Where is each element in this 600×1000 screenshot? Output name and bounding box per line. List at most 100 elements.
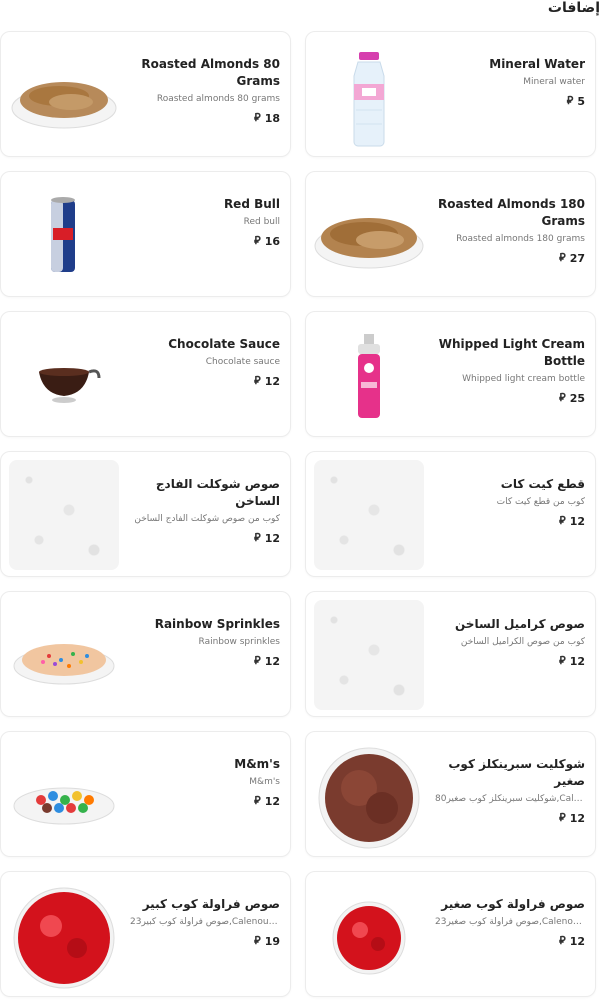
addon-info: M&m's M&m's ⃁ 12 xyxy=(130,756,280,808)
addon-info: قطع كيت كات كوب من قطع كيت كات ⃁ 12 xyxy=(435,476,585,528)
strawberry-small-image xyxy=(314,880,424,990)
addon-price: ⃁ 27 xyxy=(435,251,585,265)
riyal-icon: ⃁ xyxy=(254,234,261,247)
addon-price: ⃁ 25 xyxy=(435,391,585,405)
addon-info: Rainbow Sprinkles Rainbow sprinkles ⃁ 12 xyxy=(130,616,280,668)
riyal-icon: ⃁ xyxy=(254,654,261,667)
addon-name: صوص كراميل الساخن xyxy=(455,617,585,631)
addon-card[interactable]: M&m's M&m's ⃁ 12 xyxy=(0,731,291,857)
addon-price: ⃁ 12 xyxy=(435,811,585,825)
addon-description: Whipped light cream bottle xyxy=(462,374,585,384)
addon-description: كوب من صوص شوكلت الفادج الساخن xyxy=(134,514,280,524)
placeholder-image xyxy=(314,600,424,710)
addon-name: Chocolate Sauce xyxy=(168,337,280,351)
addon-card[interactable]: Whipped Light Cream Bottle Whipped light … xyxy=(305,311,596,437)
addon-price: ⃁ 12 xyxy=(130,531,280,545)
addon-card[interactable]: Roasted Almonds 180 Grams Roasted almonds… xyxy=(305,171,596,297)
addon-info: Red Bull Red bull ⃁ 16 xyxy=(130,196,280,248)
addon-info: صوص شوكلت الفادج الساخن كوب من صوص شوكلت … xyxy=(130,476,280,545)
addon-card[interactable]: Chocolate Sauce Chocolate sauce ⃁ 12 xyxy=(0,311,291,437)
price-value: 12 xyxy=(569,514,585,528)
addon-card[interactable]: Roasted Almonds 80 Grams Roasted almonds … xyxy=(0,31,291,157)
strawberry-large-image xyxy=(9,880,119,990)
riyal-icon: ⃁ xyxy=(559,251,566,264)
riyal-icon: ⃁ xyxy=(254,794,261,807)
almonds-plate-image xyxy=(9,40,119,150)
addon-info: Mineral Water Mineral water ⃁ 5 xyxy=(435,56,585,108)
addon-info: Whipped Light Cream Bottle Whipped light … xyxy=(435,336,585,405)
addon-info: Roasted Almonds 80 Grams Roasted almonds … xyxy=(130,56,280,125)
riyal-icon: ⃁ xyxy=(559,934,566,947)
riyal-icon: ⃁ xyxy=(254,111,261,124)
water-bottle-image xyxy=(314,40,424,150)
price-value: 12 xyxy=(264,794,280,808)
addon-info: Roasted Almonds 180 Grams Roasted almonds… xyxy=(435,196,585,265)
addon-description: Rainbow sprinkles xyxy=(198,637,280,647)
price-value: 25 xyxy=(569,391,585,405)
addon-name: Mineral Water xyxy=(489,57,585,71)
addon-description: Chocolate sauce xyxy=(205,357,280,367)
addon-price: ⃁ 12 xyxy=(435,934,585,948)
choc-sprinkles-bowl-image xyxy=(314,740,424,850)
riyal-icon: ⃁ xyxy=(559,654,566,667)
price-value: 5 xyxy=(577,94,585,108)
price-value: 12 xyxy=(569,934,585,948)
price-value: 12 xyxy=(264,374,280,388)
price-value: 12 xyxy=(569,811,585,825)
addon-price: ⃁ 12 xyxy=(435,654,585,668)
placeholder-image xyxy=(314,460,424,570)
price-value: 12 xyxy=(264,654,280,668)
addon-card[interactable]: صوص فراولة كوب صغير صوص فراولة كوب صغير23… xyxy=(305,871,596,997)
addon-description: شوكليت سبرينكلز كوب صغير80,Calenough for… xyxy=(435,794,585,804)
addon-info: صوص كراميل الساخن كوب من صوص الكراميل الس… xyxy=(435,616,585,668)
price-value: 16 xyxy=(264,234,280,248)
addon-price: ⃁ 12 xyxy=(130,794,280,808)
riyal-icon: ⃁ xyxy=(559,514,566,527)
addon-description: صوص فراولة كوب صغير23,Calenough for 8 pe… xyxy=(435,917,585,927)
cream-bottle-image xyxy=(314,320,424,430)
addon-price: ⃁ 5 xyxy=(435,94,585,108)
addon-card[interactable]: Mineral Water Mineral water ⃁ 5 xyxy=(305,31,596,157)
riyal-icon: ⃁ xyxy=(566,94,574,107)
addon-name: صوص شوكلت الفادج الساخن xyxy=(155,477,280,508)
addon-info: صوص فراولة كوب صغير صوص فراولة كوب صغير23… xyxy=(435,896,585,948)
sprinkles-plate-image xyxy=(9,600,119,710)
addon-description: صوص فراولة كوب كبير23,Calenough for 12 p… xyxy=(130,917,280,927)
addon-card[interactable]: شوكليت سبرينكلز كوب صغير شوكليت سبرينكلز … xyxy=(305,731,596,857)
chocolate-gravy-boat-image xyxy=(9,320,119,430)
riyal-icon: ⃁ xyxy=(559,811,566,824)
red-bull-can-image xyxy=(9,180,119,290)
riyal-icon: ⃁ xyxy=(254,531,261,544)
section-title: إضافات xyxy=(547,0,600,16)
addon-info: صوص فراولة كوب كبير صوص فراولة كوب كبير23… xyxy=(130,896,280,948)
addon-name: Red Bull xyxy=(223,197,280,211)
addon-description: Roasted almonds 180 grams xyxy=(456,234,585,244)
addon-price: ⃁ 12 xyxy=(130,374,280,388)
price-value: 27 xyxy=(569,251,585,265)
placeholder-image xyxy=(9,460,119,570)
addon-price: ⃁ 16 xyxy=(130,234,280,248)
addon-card[interactable]: صوص كراميل الساخن كوب من صوص الكراميل الس… xyxy=(305,591,596,717)
addon-card[interactable]: Rainbow Sprinkles Rainbow sprinkles ⃁ 12 xyxy=(0,591,291,717)
addon-name: M&m's xyxy=(234,757,280,771)
price-value: 12 xyxy=(264,531,280,545)
addon-card[interactable]: قطع كيت كات كوب من قطع كيت كات ⃁ 12 xyxy=(305,451,596,577)
addon-name: صوص فراولة كوب صغير xyxy=(441,897,585,911)
price-value: 18 xyxy=(264,111,280,125)
addon-name: صوص فراولة كوب كبير xyxy=(142,897,280,911)
addon-card[interactable]: صوص فراولة كوب كبير صوص فراولة كوب كبير23… xyxy=(0,871,291,997)
addon-info: Chocolate Sauce Chocolate sauce ⃁ 12 xyxy=(130,336,280,388)
addon-name: Roasted Almonds 80 Grams xyxy=(141,57,280,88)
addon-card[interactable]: صوص شوكلت الفادج الساخن كوب من صوص شوكلت … xyxy=(0,451,291,577)
price-value: 19 xyxy=(264,934,280,948)
addon-description: M&m's xyxy=(249,777,280,787)
addon-description: Roasted almonds 80 grams xyxy=(156,94,280,104)
addon-name: شوكليت سبرينكلز كوب صغير xyxy=(448,757,585,788)
addon-name: Whipped Light Cream Bottle xyxy=(438,337,585,368)
addon-name: Roasted Almonds 180 Grams xyxy=(437,197,585,228)
addon-name: Rainbow Sprinkles xyxy=(154,617,280,631)
addon-info: شوكليت سبرينكلز كوب صغير شوكليت سبرينكلز … xyxy=(435,756,585,825)
addon-card[interactable]: Red Bull Red bull ⃁ 16 xyxy=(0,171,291,297)
riyal-icon: ⃁ xyxy=(559,391,566,404)
addon-description: Red bull xyxy=(243,217,280,227)
